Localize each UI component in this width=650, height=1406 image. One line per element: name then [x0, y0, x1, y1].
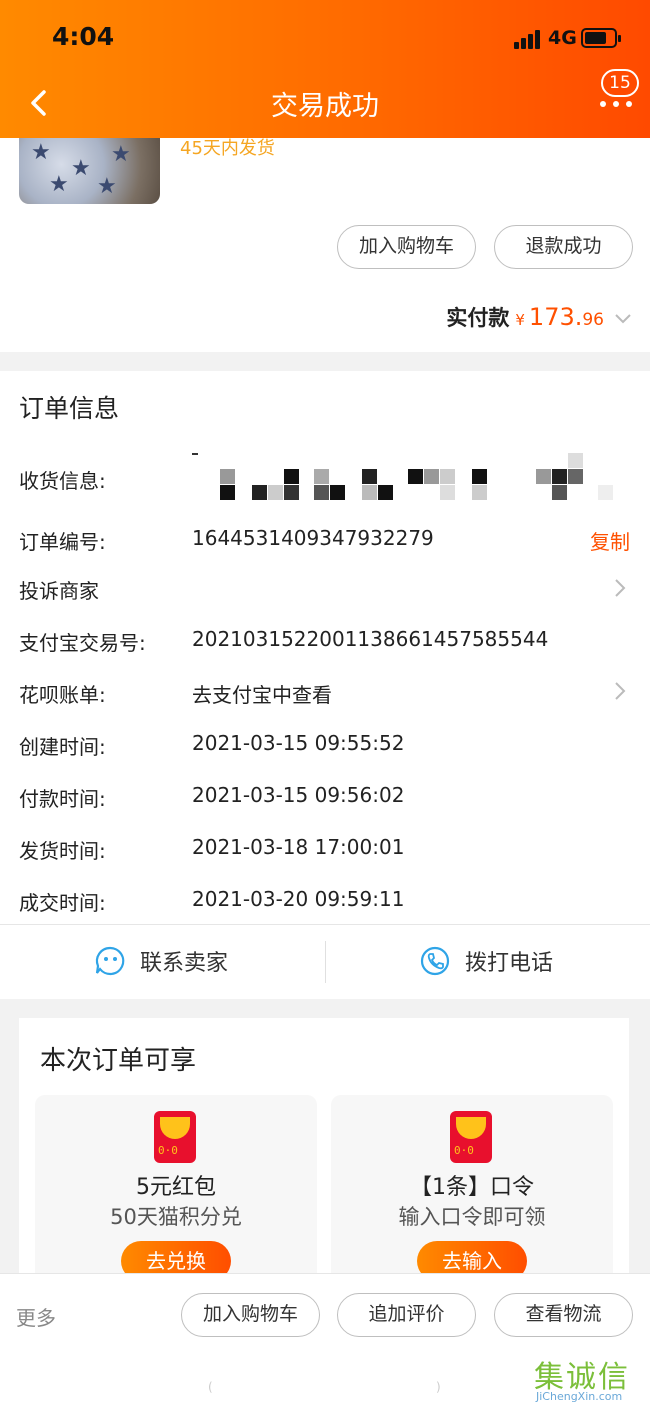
chevron-right-icon: [615, 579, 626, 597]
order-number-value: 1644531409347932279: [192, 526, 434, 550]
order-info-title: 订单信息: [19, 394, 120, 423]
ghost-mark: (: [208, 1380, 213, 1394]
divider: [0, 924, 650, 925]
watermark-sub: JiChengXin.com: [536, 1390, 623, 1403]
message-count-badge: 15: [601, 69, 639, 97]
benefit-main-text: 5元红包: [136, 1175, 216, 1200]
contact-seller-label: 联系卖家: [140, 951, 229, 976]
ghost-mark: ): [436, 1380, 441, 1394]
view-logistics-button[interactable]: 查看物流: [494, 1293, 633, 1337]
chat-face-icon: [95, 946, 125, 976]
call-phone-label: 拨打电话: [465, 951, 554, 976]
shipped-time-value: 2021-03-18 17:00:01: [192, 835, 405, 859]
deal-time-label: 成交时间:: [19, 891, 106, 915]
copy-order-number-button[interactable]: 复制: [590, 526, 630, 555]
paid-time-label: 付款时间:: [19, 787, 106, 811]
created-time-value: 2021-03-15 09:55:52: [192, 731, 405, 755]
add-review-button[interactable]: 追加评价: [337, 1293, 476, 1337]
more-actions-link[interactable]: 更多: [16, 1302, 56, 1331]
paid-label: 实付款: [446, 306, 510, 330]
benefit-main-text: 【1条】口令: [410, 1175, 534, 1200]
watermark-logo: 集诚信 JiChengXin.com: [534, 1352, 650, 1406]
benefit-item: 0·0 5元红包 50天猫积分兑 去兑换: [35, 1095, 317, 1285]
shipping-info-label: 收货信息:: [19, 469, 106, 493]
add-to-cart-button[interactable]: 加入购物车: [181, 1293, 320, 1337]
paid-amount-row[interactable]: 实付款 ¥ 173. 96: [446, 302, 632, 332]
benefits-title: 本次订单可享: [40, 1046, 197, 1076]
paid-amount-decimal: 96: [582, 310, 604, 330]
deal-time-value: 2021-03-20 09:59:11: [192, 887, 405, 911]
status-time: 4:04: [52, 22, 115, 51]
created-time-label: 创建时间:: [19, 735, 106, 759]
huabei-bill-label: 花呗账单:: [19, 683, 106, 707]
currency-symbol: ¥: [515, 311, 525, 329]
action-divider: [325, 941, 326, 983]
phone-icon: [420, 946, 450, 976]
refund-status-button[interactable]: 退款成功: [494, 225, 633, 269]
chevron-right-icon: [615, 682, 626, 700]
battery-icon: [581, 28, 621, 48]
paid-time-value: 2021-03-15 09:56:02: [192, 783, 405, 807]
benefit-item: 0·0 【1条】口令 输入口令即可领 去输入: [331, 1095, 613, 1285]
benefit-sub-text: 输入口令即可领: [398, 1205, 546, 1229]
red-envelope-icon: 0·0: [450, 1111, 492, 1163]
huabei-bill-link[interactable]: 去支付宝中查看: [192, 679, 332, 708]
complain-seller-link[interactable]: 投诉商家: [19, 575, 99, 604]
signal-icon: [514, 30, 541, 49]
red-envelope-icon: 0·0: [154, 1111, 196, 1163]
alipay-trade-no-value: 2021031522001138661457585544: [192, 627, 549, 651]
nav-header: 4:04 4G 交易成功 15: [0, 0, 650, 138]
paid-amount: 173.: [528, 303, 583, 331]
alipay-trade-no-label: 支付宝交易号:: [19, 631, 146, 655]
shipping-address-redacted: [192, 453, 613, 503]
order-benefits-card: 本次订单可享 0·0 5元红包 50天猫积分兑 去兑换 0·0 【1条】口令 输…: [19, 1018, 629, 1285]
call-phone-button[interactable]: 拨打电话: [419, 946, 554, 976]
product-card: ★ ★ ★ ★ ★ 45天内发货 加入购物车 退款成功 实付款 ¥ 173. 9…: [0, 138, 650, 352]
page-title: 交易成功: [271, 91, 379, 122]
order-number-label: 订单编号:: [19, 530, 106, 554]
add-to-cart-button[interactable]: 加入购物车: [337, 225, 476, 269]
contact-seller-button[interactable]: 联系卖家: [94, 946, 229, 976]
order-info-card: 订单信息 收货信息: 订单编号: 1644531409347932279 复制 …: [0, 371, 650, 999]
benefit-sub-text: 50天猫积分兑: [110, 1205, 242, 1229]
product-thumbnail[interactable]: ★ ★ ★ ★ ★: [19, 138, 160, 204]
chevron-down-icon: [615, 314, 631, 324]
shipped-time-label: 发货时间:: [19, 839, 106, 863]
network-label: 4G: [548, 27, 577, 49]
more-menu-icon[interactable]: [596, 98, 636, 110]
